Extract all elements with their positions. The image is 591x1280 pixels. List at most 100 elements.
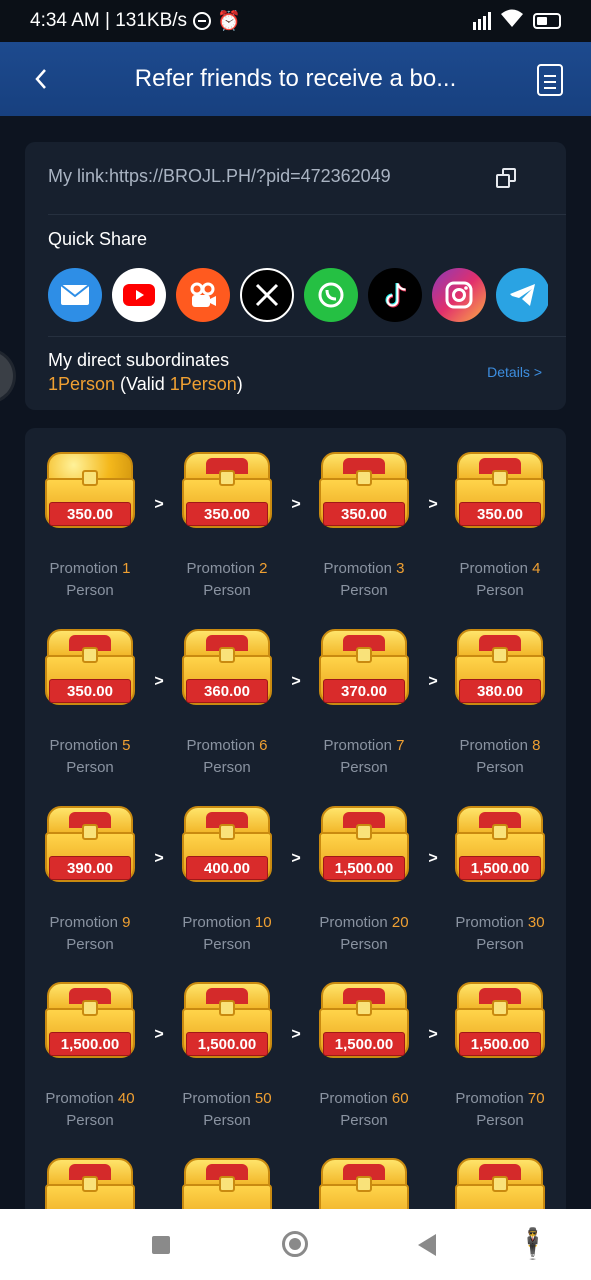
treasure-chest-icon: 1,500.00: [455, 982, 545, 1062]
chevron-left-icon: [35, 69, 46, 89]
next-arrow: >: [428, 673, 438, 690]
status-bar: 4:34 AM | 131KB/s ⏰: [0, 0, 591, 42]
treasure-chest-icon: 350.00: [319, 452, 409, 532]
reward-item: 1,500.00 Promotion 40 Person: [35, 958, 145, 1129]
promotion-text: Promotion: [323, 560, 397, 577]
promotion-label: Promotion 4 Person: [445, 558, 555, 602]
promotion-count: 9: [122, 914, 131, 931]
details-link[interactable]: Details >: [487, 364, 542, 380]
reward-item: 350.00 Promotion 2 Person: [172, 428, 282, 599]
promotion-count: 1: [122, 560, 131, 577]
promotion-unit: Person: [476, 582, 524, 599]
subordinates-label: My direct subordinates: [48, 350, 230, 370]
telegram-icon[interactable]: [496, 268, 548, 322]
subordinates-count: 1Person: [48, 374, 116, 394]
promotion-unit: Person: [476, 936, 524, 953]
promotion-text: Promotion: [319, 914, 392, 931]
promotion-count: 50: [254, 1090, 272, 1107]
divider: [48, 214, 566, 215]
promotion-count: 20: [391, 914, 409, 931]
promotion-count: 60: [391, 1090, 409, 1107]
promotion-count: 5: [122, 737, 131, 754]
reward-item: 380.00 Promotion 8 Person: [445, 605, 555, 776]
promotion-label: Promotion 7 Person: [309, 735, 419, 779]
promotion-text: Promotion: [186, 560, 260, 577]
tiktok-icon[interactable]: [368, 268, 422, 322]
x-icon[interactable]: [240, 268, 294, 322]
promotion-count: 8: [532, 737, 541, 754]
signal-icon: [473, 12, 491, 30]
treasure-chest-icon: 350.00: [45, 629, 135, 709]
valid-prefix: (Valid: [115, 374, 170, 394]
reward-amount: 1,500.00: [186, 1032, 268, 1056]
accessibility-icon[interactable]: 🕴: [514, 1227, 551, 1262]
treasure-chest-icon: 380.00: [455, 629, 545, 709]
youtube-icon[interactable]: [112, 268, 166, 322]
reward-amount: 1,500.00: [323, 856, 405, 880]
promotion-text: Promotion: [455, 914, 528, 931]
promotion-unit: Person: [340, 759, 388, 776]
recents-icon[interactable]: [152, 1236, 170, 1254]
reward-item: 1,500.00 Promotion 20 Person: [309, 782, 419, 953]
treasure-chest-icon: 400.00: [182, 806, 272, 886]
instagram-icon[interactable]: [432, 268, 486, 322]
reward-item-partial: [445, 1134, 555, 1218]
treasure-chest-icon: 1,500.00: [182, 982, 272, 1062]
copy-icon[interactable]: [496, 168, 518, 190]
status-time-speed: 4:34 AM | 131KB/s: [30, 10, 188, 31]
wifi-icon: [501, 9, 523, 33]
floating-side-handle[interactable]: [0, 348, 16, 404]
promotion-text: Promotion: [459, 737, 533, 754]
promotion-label: Promotion 1 Person: [35, 558, 145, 602]
reward-amount: 1,500.00: [459, 856, 541, 880]
reward-amount: 400.00: [186, 856, 268, 880]
reward-item: 1,500.00 Promotion 70 Person: [445, 958, 555, 1129]
reward-amount: 350.00: [186, 502, 268, 526]
promotion-text: Promotion: [182, 914, 255, 931]
promotion-label: Promotion 10 Person: [172, 912, 282, 956]
next-arrow: >: [291, 1026, 301, 1043]
share-row: [48, 268, 548, 322]
back-icon[interactable]: [418, 1234, 436, 1256]
whatsapp-icon[interactable]: [304, 268, 358, 322]
reward-item-partial: [172, 1134, 282, 1218]
quick-share-label: Quick Share: [48, 229, 148, 249]
back-button[interactable]: [26, 62, 56, 96]
promotion-count: 10: [254, 914, 272, 931]
reward-amount: 350.00: [323, 502, 405, 526]
rules-document-button[interactable]: [537, 64, 563, 96]
promotion-count: 70: [527, 1090, 545, 1107]
promotion-text: Promotion: [319, 1090, 392, 1107]
next-arrow: >: [154, 496, 164, 513]
promotion-text: Promotion: [459, 560, 533, 577]
promotion-unit: Person: [203, 936, 251, 953]
alarm-icon: ⏰: [217, 11, 241, 32]
promotion-count: 40: [117, 1090, 135, 1107]
kwai-icon[interactable]: [176, 268, 230, 322]
promotion-count: 3: [396, 560, 405, 577]
treasure-chest-icon: 350.00: [455, 452, 545, 532]
reward-amount: 360.00: [186, 679, 268, 703]
treasure-chest-icon: 350.00: [45, 452, 135, 532]
reward-item: 350.00 Promotion 3 Person: [309, 428, 419, 599]
promotion-unit: Person: [203, 1112, 251, 1129]
promotion-label: Promotion 3 Person: [309, 558, 419, 602]
treasure-chest-icon: 1,500.00: [319, 982, 409, 1062]
reward-amount: 1,500.00: [323, 1032, 405, 1056]
reward-item: 1,500.00 Promotion 60 Person: [309, 958, 419, 1129]
promotion-label: Promotion 5 Person: [35, 735, 145, 779]
reward-item: 350.00 Promotion 5 Person: [35, 605, 145, 776]
reward-amount: 390.00: [49, 856, 131, 880]
battery-icon: [533, 13, 561, 29]
reward-item-partial: [309, 1134, 419, 1218]
next-arrow: >: [291, 673, 301, 690]
promotion-unit: Person: [476, 1112, 524, 1129]
reward-amount: 370.00: [323, 679, 405, 703]
promotion-label: Promotion 60 Person: [309, 1088, 419, 1132]
promotion-unit: Person: [203, 759, 251, 776]
reward-item-partial: [35, 1134, 145, 1218]
promotion-text: Promotion: [45, 1090, 118, 1107]
reward-item: 360.00 Promotion 6 Person: [172, 605, 282, 776]
home-icon[interactable]: [282, 1231, 308, 1257]
mail-icon[interactable]: [48, 268, 102, 322]
